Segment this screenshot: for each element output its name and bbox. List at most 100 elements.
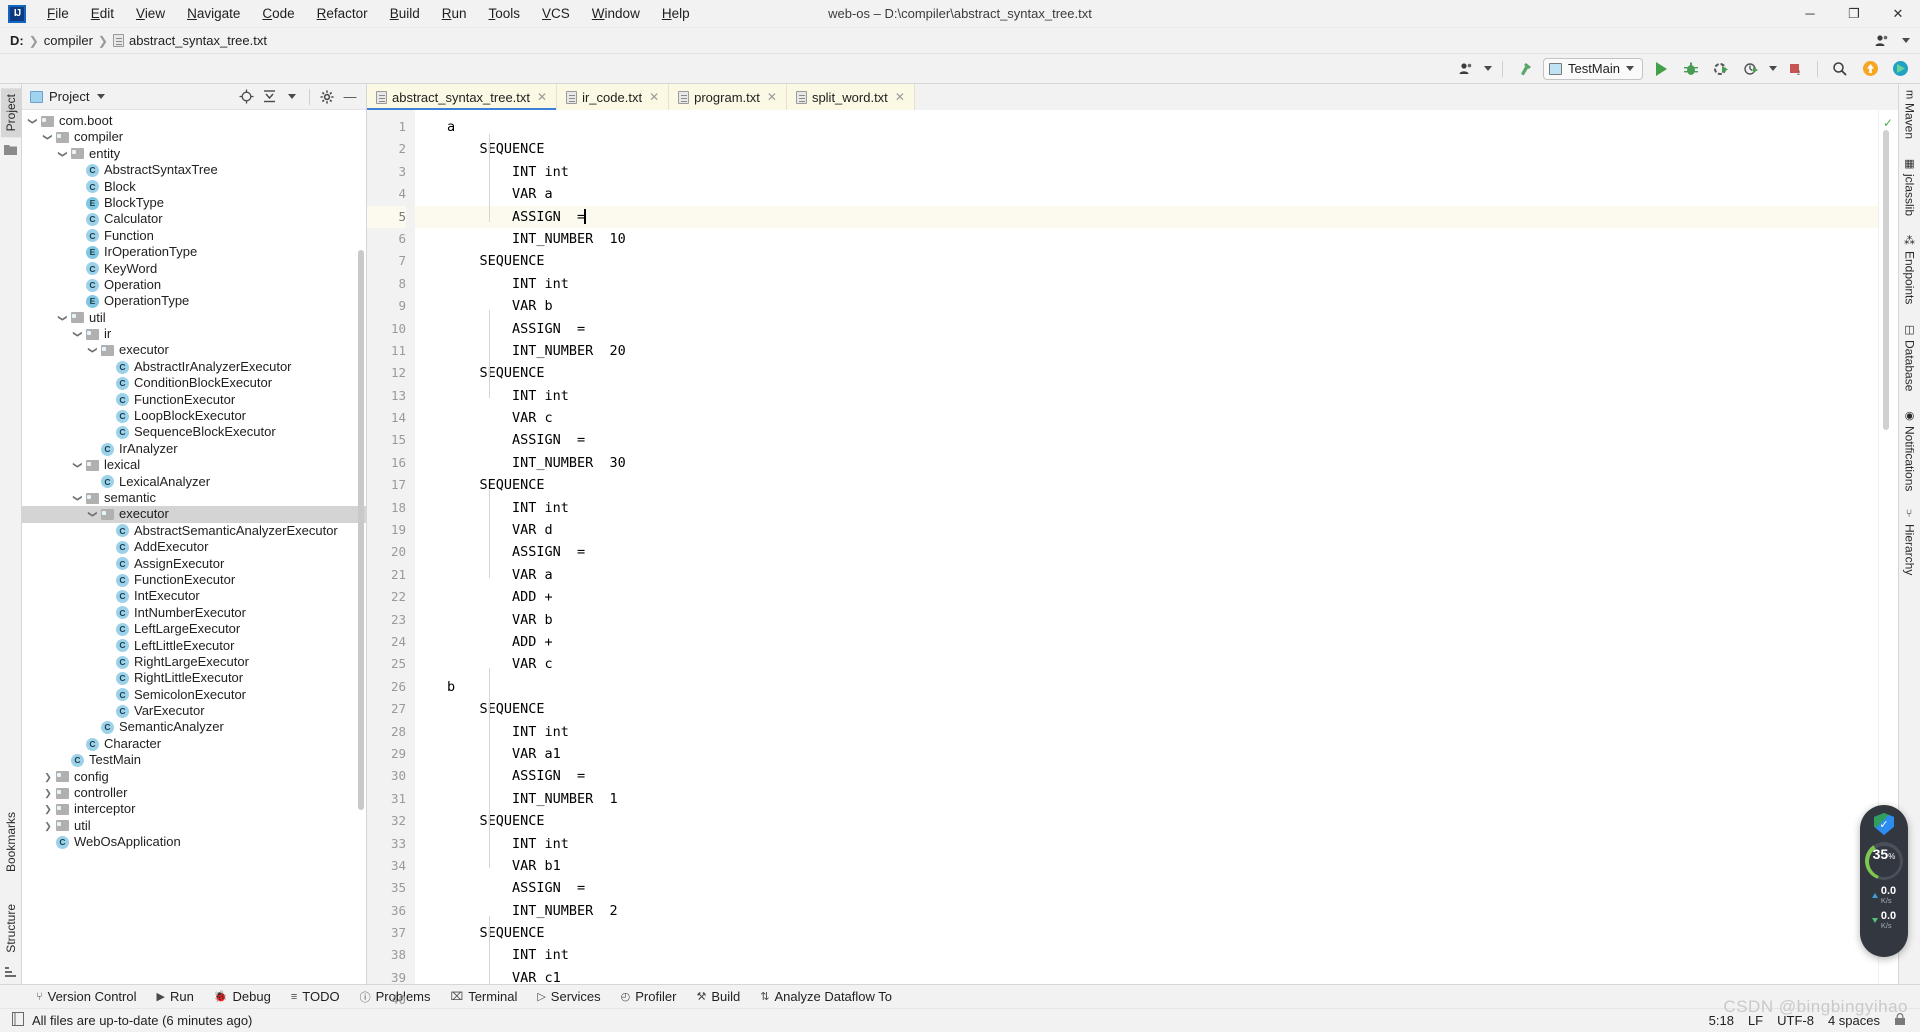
caret-position[interactable]: 5:18 — [1709, 1013, 1734, 1028]
tree-node[interactable]: ❯ lexical — [22, 457, 366, 473]
sidebar-tab-bookmarks[interactable]: Bookmarks — [1, 806, 21, 878]
line-number[interactable]: 31 — [367, 788, 406, 810]
tree-node[interactable]: C LexicalAnalyzer — [22, 474, 366, 490]
line-number[interactable]: 16 — [367, 452, 406, 474]
tree-node[interactable]: C FunctionExecutor — [22, 572, 366, 588]
code-line[interactable]: a — [441, 116, 1878, 138]
code-line[interactable]: ADD + — [441, 631, 1878, 653]
line-number[interactable]: 35 — [367, 877, 406, 899]
right-tab-database[interactable]: ◫ Database — [1903, 323, 1917, 391]
tree-node[interactable]: ❯ executor — [22, 342, 366, 358]
gutter-marker-slot[interactable] — [415, 900, 441, 922]
code-line[interactable]: INT int — [441, 833, 1878, 855]
tree-node[interactable]: ❯ compiler — [22, 129, 366, 145]
tool-window-services[interactable]: ▷ Services — [527, 987, 610, 1006]
line-number[interactable]: 21 — [367, 564, 406, 586]
project-tree-scrollbar[interactable] — [358, 250, 364, 810]
gutter-marker-slot[interactable] — [415, 519, 441, 541]
tree-node[interactable]: C IntExecutor — [22, 588, 366, 604]
chevron-down-icon[interactable]: ❯ — [70, 458, 86, 472]
gutter-marker-slot[interactable] — [415, 810, 441, 832]
settings-gear-icon[interactable] — [317, 87, 337, 107]
gutter-marker-slot[interactable] — [415, 698, 441, 720]
shield-check-icon[interactable]: ✓ — [1874, 813, 1894, 835]
tree-node[interactable]: C RightLargeExecutor — [22, 654, 366, 670]
debug-button[interactable] — [1679, 58, 1703, 80]
code-line[interactable]: INT int — [441, 944, 1878, 966]
right-tab-notifications[interactable]: ◉ Notifications — [1903, 409, 1917, 491]
tree-node[interactable]: C SequenceBlockExecutor — [22, 424, 366, 440]
editor-tab[interactable]: abstract_syntax_tree.txt ✕ — [367, 84, 558, 110]
gutter-marker-slot[interactable] — [415, 967, 441, 989]
gutter-marker-slot[interactable] — [415, 855, 441, 877]
gutter-marker-slot[interactable] — [415, 452, 441, 474]
code-line[interactable]: ASSIGN = — [441, 877, 1878, 899]
user-settings-icon[interactable] — [1454, 58, 1478, 80]
close-tab-icon[interactable]: ✕ — [767, 90, 777, 104]
tree-node[interactable]: C TestMain — [22, 752, 366, 768]
menu-item-file[interactable]: File — [36, 2, 80, 26]
line-number[interactable]: 25 — [367, 653, 406, 675]
gutter-marker-slot[interactable] — [415, 833, 441, 855]
line-separator[interactable]: LF — [1748, 1013, 1763, 1028]
tree-node[interactable]: E OperationType — [22, 293, 366, 309]
gutter-marker-slot[interactable] — [415, 609, 441, 631]
gutter-marker-slot[interactable] — [415, 922, 441, 944]
code-line[interactable]: INT_NUMBER 20 — [441, 340, 1878, 362]
line-number[interactable]: 5 — [367, 205, 406, 228]
tree-node[interactable]: C SemanticAnalyzer — [22, 719, 366, 735]
locate-icon[interactable] — [236, 87, 256, 107]
folder-icon[interactable] — [4, 143, 17, 158]
close-tab-icon[interactable]: ✕ — [537, 90, 547, 104]
tree-node[interactable]: C Character — [22, 736, 366, 752]
menu-item-run[interactable]: Run — [431, 2, 478, 26]
line-number[interactable]: 4 — [367, 183, 406, 205]
code-line[interactable]: VAR c1 — [441, 967, 1878, 984]
code-line[interactable]: ASSIGN = — [441, 318, 1878, 340]
menu-item-refactor[interactable]: Refactor — [306, 2, 379, 26]
tree-node[interactable]: ❯ controller — [22, 785, 366, 801]
tree-node[interactable]: C Calculator — [22, 211, 366, 227]
build-hammer-icon[interactable] — [1513, 58, 1537, 80]
code-line[interactable]: ASSIGN = — [441, 205, 1878, 228]
gutter-marker-slot[interactable] — [415, 295, 441, 317]
chevron-down-icon[interactable]: ❯ — [85, 508, 101, 522]
tree-node[interactable]: C AbstractSyntaxTree — [22, 162, 366, 178]
chevron-right-icon[interactable]: ❯ — [41, 818, 55, 834]
file-encoding[interactable]: UTF-8 — [1777, 1013, 1814, 1028]
idea-assistant-icon[interactable] — [1888, 58, 1912, 80]
search-everywhere-icon[interactable] — [1828, 58, 1852, 80]
code-line[interactable]: VAR b — [441, 295, 1878, 317]
breadcrumb-folder[interactable]: compiler — [44, 33, 93, 48]
editor-scrollbar[interactable] — [1883, 130, 1889, 430]
tree-node[interactable]: E BlockType — [22, 195, 366, 211]
code-line[interactable]: SEQUENCE — [441, 250, 1878, 272]
code-line[interactable]: SEQUENCE — [441, 362, 1878, 384]
breadcrumb-file[interactable]: abstract_syntax_tree.txt — [129, 33, 267, 48]
expand-icon[interactable] — [282, 87, 302, 107]
gutter-marker-slot[interactable] — [415, 765, 441, 787]
menu-item-tools[interactable]: Tools — [478, 2, 532, 26]
chevron-right-icon[interactable]: ❯ — [41, 769, 55, 785]
tree-node[interactable]: C RightLittleExecutor — [22, 670, 366, 686]
gutter-marker-slot[interactable] — [415, 385, 441, 407]
editor-tab[interactable]: ir_code.txt ✕ — [557, 84, 670, 110]
chevron-down-icon[interactable] — [1902, 38, 1910, 43]
tool-window-terminal[interactable]: ⌧ Terminal — [441, 987, 528, 1006]
line-number[interactable]: 36 — [367, 900, 406, 922]
line-number[interactable]: 18 — [367, 497, 406, 519]
gutter-marker-slot[interactable] — [415, 788, 441, 810]
tool-window-debug[interactable]: 🐞 Debug — [204, 987, 281, 1006]
chevron-down-icon[interactable]: ❯ — [85, 344, 101, 358]
gutter-marker-slot[interactable] — [415, 743, 441, 765]
gutter-marker-slot[interactable] — [415, 318, 441, 340]
tree-node[interactable]: C LoopBlockExecutor — [22, 408, 366, 424]
line-number[interactable]: 10 — [367, 318, 406, 340]
close-button[interactable]: ✕ — [1876, 0, 1920, 28]
tree-node[interactable]: C VarExecutor — [22, 703, 366, 719]
tree-node[interactable]: ❯ util — [22, 818, 366, 834]
chevron-down-icon[interactable]: ❯ — [55, 311, 71, 325]
tree-node[interactable]: C AbstractIrAnalyzerExecutor — [22, 359, 366, 375]
line-number[interactable]: 1 — [367, 116, 406, 138]
gutter-marker-slot[interactable] — [415, 273, 441, 295]
